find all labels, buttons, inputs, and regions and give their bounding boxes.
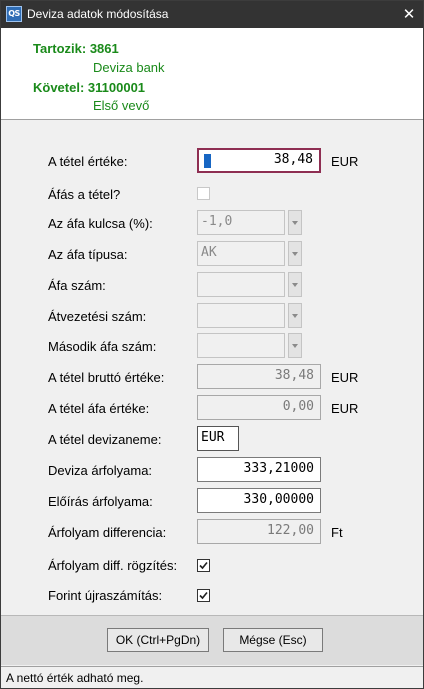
- chevron-down-icon[interactable]: [288, 241, 302, 266]
- currency-input[interactable]: EUR: [197, 426, 239, 451]
- item-value-unit: EUR: [331, 154, 359, 169]
- row-huf-recalc: Forint újraszámítás:: [1, 586, 423, 614]
- row-vat-value: A tétel áfa értéke: 0,00 EUR: [1, 395, 423, 423]
- vat-number-select[interactable]: [197, 272, 285, 297]
- chevron-down-icon[interactable]: [288, 303, 302, 328]
- gross-value-label: A tétel bruttó értéke:: [48, 370, 165, 385]
- row-second-vat-number: Második áfa szám:: [1, 333, 423, 361]
- exchange-rate-input[interactable]: 333,21000: [197, 457, 321, 482]
- item-value-input[interactable]: 38,48: [197, 148, 321, 173]
- window-title: Deviza adatok módosítása: [27, 7, 169, 21]
- huf-recalc-label: Forint újraszámítás:: [48, 588, 163, 603]
- gross-value-field: 38,48: [197, 364, 321, 389]
- currency-label: A tétel devizaneme:: [48, 432, 162, 447]
- item-value-label: A tétel értéke:: [48, 154, 128, 169]
- vat-item-label: Áfás a tétel?: [48, 187, 121, 202]
- chevron-down-icon[interactable]: [288, 272, 302, 297]
- row-gross-value: A tétel bruttó értéke: 38,48 EUR: [1, 364, 423, 392]
- rate-difference-field: 122,00: [197, 519, 321, 544]
- checkmark-icon: [199, 561, 208, 570]
- chevron-down-icon[interactable]: [288, 210, 302, 235]
- vat-value-field: 0,00: [197, 395, 321, 420]
- app-icon: QS: [6, 6, 22, 22]
- exchange-rate-label: Deviza árfolyama:: [48, 463, 153, 478]
- cancel-button[interactable]: Mégse (Esc): [223, 628, 323, 652]
- dialog-window: QS Deviza adatok módosítása ✕ Tartozik: …: [0, 0, 424, 689]
- form-area: A tétel értéke: 38,48 EUR Áfás a tétel? …: [1, 121, 423, 615]
- transfer-number-label: Átvezetési szám:: [48, 309, 147, 324]
- row-prescribed-rate: Előírás árfolyama: 330,00000: [1, 488, 423, 516]
- credit-account-label: Követel: 31100001: [33, 80, 146, 95]
- vat-value-label: A tétel áfa értéke:: [48, 401, 150, 416]
- vat-rate-label: Az áfa kulcsa (%):: [48, 216, 153, 231]
- row-transfer-number: Átvezetési szám:: [1, 303, 423, 331]
- vat-rate-select[interactable]: -1,0: [197, 210, 285, 235]
- vat-number-label: Áfa szám:: [48, 278, 106, 293]
- title-bar[interactable]: QS Deviza adatok módosítása ✕: [1, 1, 423, 28]
- vat-type-select[interactable]: AK: [197, 241, 285, 266]
- rate-difference-unit: Ft: [331, 525, 343, 540]
- row-exchange-rate: Deviza árfolyama: 333,21000: [1, 457, 423, 485]
- row-rate-difference: Árfolyam differencia: 122,00 Ft: [1, 519, 423, 547]
- credit-account-name: Első vevő: [93, 98, 150, 113]
- rate-difference-label: Árfolyam differencia:: [48, 525, 167, 540]
- ok-button[interactable]: OK (Ctrl+PgDn): [107, 628, 209, 652]
- row-vat-item: Áfás a tétel?: [1, 184, 423, 212]
- prescribed-rate-label: Előírás árfolyama:: [48, 494, 153, 509]
- row-vat-type: Az áfa típusa: AK: [1, 241, 423, 269]
- prescribed-rate-input[interactable]: 330,00000: [197, 488, 321, 513]
- debit-account-name: Deviza bank: [93, 60, 165, 75]
- checkmark-icon: [199, 591, 208, 600]
- record-difference-checkbox[interactable]: [197, 559, 210, 572]
- transfer-number-select[interactable]: [197, 303, 285, 328]
- huf-recalc-checkbox[interactable]: [197, 589, 210, 602]
- vat-type-label: Az áfa típusa:: [48, 247, 128, 262]
- row-vat-rate: Az áfa kulcsa (%): -1,0: [1, 210, 423, 238]
- item-value-text: 38,48: [273, 152, 313, 167]
- button-bar: OK (Ctrl+PgDn) Mégse (Esc): [1, 615, 423, 665]
- chevron-down-icon[interactable]: [288, 333, 302, 358]
- second-vat-number-label: Második áfa szám:: [48, 339, 157, 354]
- gross-value-unit: EUR: [331, 370, 359, 385]
- row-vat-number: Áfa szám:: [1, 272, 423, 300]
- close-icon[interactable]: ✕: [395, 1, 423, 28]
- row-item-value: A tétel értéke: 38,48 EUR: [1, 148, 423, 176]
- status-bar: A nettó érték adható meg.: [1, 666, 423, 688]
- vat-item-checkbox[interactable]: [197, 187, 210, 200]
- vat-value-unit: EUR: [331, 401, 359, 416]
- second-vat-number-select[interactable]: [197, 333, 285, 358]
- record-difference-label: Árfolyam diff. rögzítés:: [48, 558, 178, 573]
- debit-account-label: Tartozik: 3861: [33, 41, 119, 56]
- row-record-difference: Árfolyam diff. rögzítés:: [1, 556, 423, 584]
- row-currency: A tétel devizaneme: EUR: [1, 426, 423, 454]
- account-header: Tartozik: 3861 Deviza bank Követel: 3110…: [1, 28, 423, 120]
- text-caret: [204, 154, 211, 168]
